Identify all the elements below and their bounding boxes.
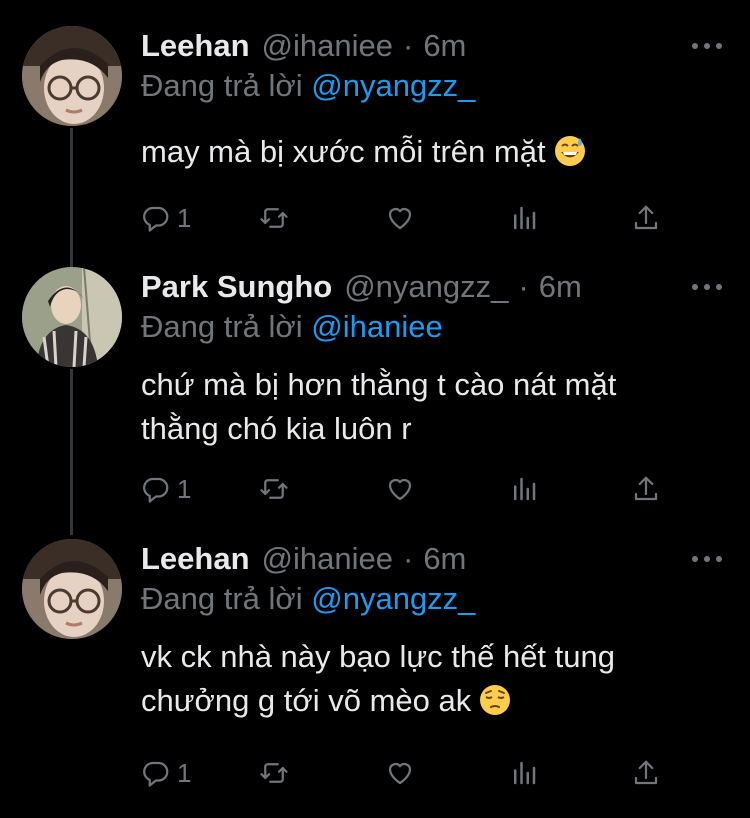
retweet-icon [260, 479, 288, 499]
tweet-text: chứ mà bị hơn thằng t cào nát mặt thằng … [141, 363, 616, 451]
views-button[interactable] [509, 755, 539, 791]
share-icon [634, 760, 658, 785]
retweet-icon [260, 763, 288, 783]
replying-to-label: Đang trả lời [141, 68, 303, 103]
heart-icon [388, 207, 412, 230]
tweet[interactable]: Park Sungho @nyangzz_ · 6m Đang trả lời … [0, 267, 750, 537]
reply-button[interactable]: 1 [141, 755, 191, 791]
share-button[interactable] [631, 200, 661, 236]
user-handle[interactable]: @ihaniee [262, 28, 393, 64]
retweet-button[interactable] [259, 200, 289, 236]
mention-link[interactable]: @ihaniee [311, 309, 442, 344]
timestamp[interactable]: 6m [423, 541, 466, 577]
tweet-text: may mà bị xước mỗi trên mặt [141, 130, 586, 174]
separator-dot: · [402, 28, 414, 63]
share-button[interactable] [631, 755, 661, 791]
like-button[interactable] [385, 755, 415, 791]
tweet-actions: 1 [141, 755, 661, 791]
replying-to-label: Đang trả lời [141, 581, 303, 616]
user-handle[interactable]: @nyangzz_ [344, 269, 508, 305]
pensive-emoji [480, 685, 511, 715]
display-name[interactable]: Leehan [141, 28, 250, 64]
reply-count: 1 [177, 202, 192, 233]
tweet-text-line: chứ mà bị hơn thằng t cào nát mặt [141, 367, 617, 402]
reply-button[interactable]: 1 [141, 200, 191, 236]
avatar[interactable] [22, 539, 122, 639]
reply-count: 1 [177, 473, 192, 504]
more-icon[interactable] [692, 551, 722, 567]
like-button[interactable] [385, 200, 415, 236]
replying-to: Đang trả lời @ihaniee [141, 309, 443, 345]
separator-dot: · [402, 541, 414, 576]
mention-link[interactable]: @nyangzz_ [311, 581, 475, 616]
reply-icon [143, 477, 169, 503]
mention-link[interactable]: @nyangzz_ [311, 68, 475, 103]
tweet-text-line: vk ck nhà này bạo lực thế hết tung [141, 639, 615, 674]
replying-to: Đang trả lời @nyangzz_ [141, 68, 475, 104]
user-handle[interactable]: @ihaniee [262, 541, 393, 577]
tweet-header: Leehan @ihaniee · 6m [141, 26, 466, 66]
park-sungho-avatar [22, 267, 122, 367]
replying-to: Đang trả lời @nyangzz_ [141, 581, 475, 617]
leehan-avatar [22, 539, 122, 639]
retweet-button[interactable] [259, 471, 289, 507]
retweet-icon [260, 208, 288, 228]
share-icon [634, 205, 658, 230]
views-icon [514, 477, 536, 501]
reply-icon [143, 761, 169, 787]
share-button[interactable] [631, 471, 661, 507]
display-name[interactable]: Park Sungho [141, 269, 332, 305]
display-name[interactable]: Leehan [141, 541, 250, 577]
separator-dot: · [518, 269, 529, 304]
like-button[interactable] [385, 471, 415, 507]
tweet-text-line: chưởng g tới võ mèo ak [141, 683, 472, 718]
tweet-actions: 1 [141, 200, 661, 236]
timestamp[interactable]: 6m [539, 269, 582, 305]
retweet-button[interactable] [259, 755, 289, 791]
grinning-sweat-emoji [554, 136, 585, 166]
views-button[interactable] [509, 471, 539, 507]
tweet[interactable]: Leehan @ihaniee · 6m Đang trả lời @nyang… [0, 539, 750, 818]
heart-icon [388, 478, 412, 501]
more-icon[interactable] [692, 279, 722, 295]
tweet-header: Park Sungho @nyangzz_ · 6m [141, 267, 582, 307]
views-icon [514, 761, 536, 785]
tweet-text-line: thằng chó kia luôn r [141, 411, 412, 446]
tweet-actions: 1 [141, 471, 661, 507]
tweet[interactable]: Leehan @ihaniee · 6m Đang trả lời @nyang… [0, 26, 750, 266]
avatar[interactable] [22, 26, 122, 126]
reply-count: 1 [177, 757, 192, 788]
views-button[interactable] [509, 200, 539, 236]
replying-to-label: Đang trả lời [141, 309, 303, 344]
avatar[interactable] [22, 267, 122, 367]
tweet-header: Leehan @ihaniee · 6m [141, 539, 466, 579]
views-icon [514, 206, 536, 230]
leehan-avatar [22, 26, 122, 126]
reply-icon [143, 206, 169, 232]
tweet-text: vk ck nhà này bạo lực thế hết tung chưởn… [141, 635, 615, 723]
tweet-text-line: may mà bị xước mỗi trên mặt [141, 134, 546, 169]
more-icon[interactable] [692, 38, 722, 54]
share-icon [634, 476, 658, 501]
heart-icon [388, 762, 412, 785]
reply-button[interactable]: 1 [141, 471, 191, 507]
timestamp[interactable]: 6m [423, 28, 466, 64]
